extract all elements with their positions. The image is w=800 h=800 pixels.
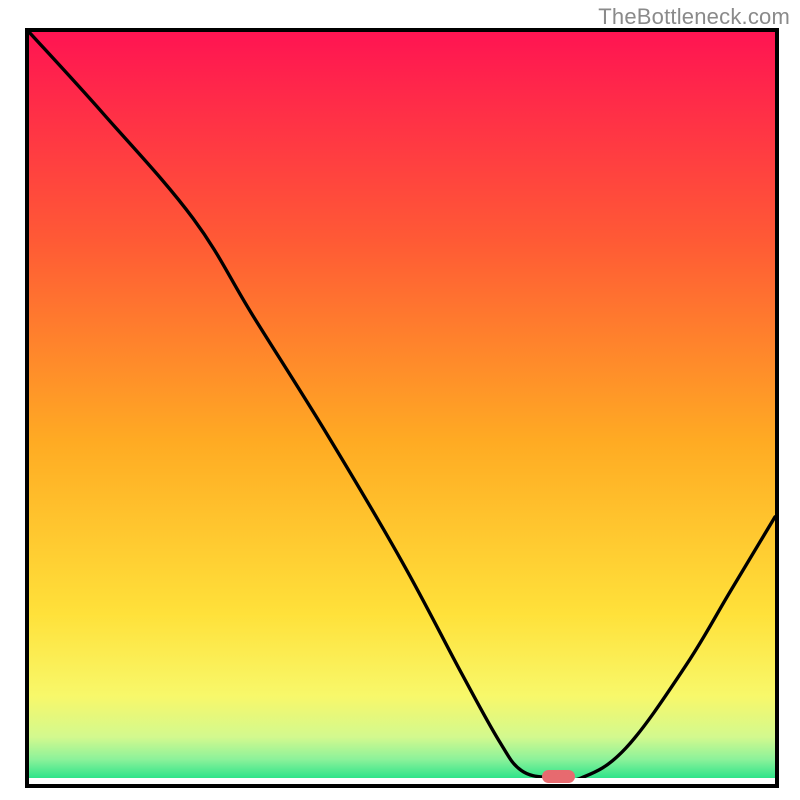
curve-layer: [29, 32, 775, 778]
optimum-marker: [542, 770, 576, 783]
chart-container: TheBottleneck.com: [0, 0, 800, 800]
plot-frame: [25, 28, 779, 788]
watermark-link[interactable]: TheBottleneck.com: [598, 4, 790, 30]
bottleneck-curve: [29, 32, 775, 778]
